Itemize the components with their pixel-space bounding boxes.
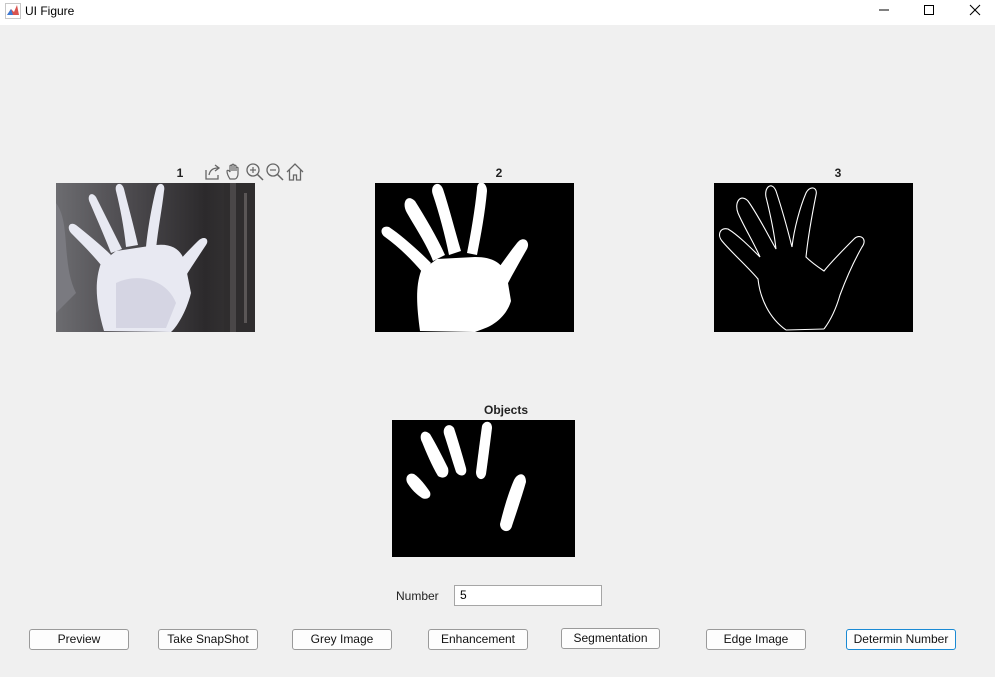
take-snapshot-button[interactable]: Take SnapShot bbox=[158, 629, 258, 650]
matlab-app-icon bbox=[5, 3, 21, 19]
preview-button[interactable]: Preview bbox=[29, 629, 129, 650]
maximize-button[interactable] bbox=[906, 0, 952, 20]
snapshot-image[interactable] bbox=[56, 183, 255, 332]
edge-image[interactable] bbox=[714, 183, 913, 332]
axes-title-2: 2 bbox=[495, 166, 503, 180]
minimize-icon bbox=[879, 9, 889, 11]
number-field[interactable]: 5 bbox=[454, 585, 602, 606]
objects-image[interactable] bbox=[392, 420, 575, 557]
window-titlebar: UI Figure bbox=[0, 0, 995, 25]
axes-title-1: 1 bbox=[176, 166, 184, 180]
segmentation-button[interactable]: Segmentation bbox=[561, 628, 660, 649]
pan-icon[interactable] bbox=[224, 162, 244, 182]
grey-image-button[interactable]: Grey Image bbox=[292, 629, 392, 650]
axes-title-objects: Objects bbox=[483, 403, 529, 417]
number-label: Number bbox=[396, 589, 439, 603]
zoom-in-icon[interactable] bbox=[245, 162, 265, 182]
close-button[interactable] bbox=[952, 0, 995, 20]
edge-image-button[interactable]: Edge Image bbox=[706, 629, 806, 650]
window-title: UI Figure bbox=[25, 4, 75, 18]
binary-mask-image[interactable] bbox=[375, 183, 574, 332]
zoom-out-icon[interactable] bbox=[265, 162, 285, 182]
axes-title-3: 3 bbox=[834, 166, 842, 180]
home-icon[interactable] bbox=[285, 162, 305, 182]
enhancement-button[interactable]: Enhancement bbox=[428, 629, 528, 650]
determine-number-button[interactable]: Determin Number bbox=[846, 629, 956, 650]
export-icon[interactable] bbox=[203, 162, 223, 182]
minimize-button[interactable] bbox=[861, 0, 907, 20]
close-icon bbox=[969, 4, 981, 16]
maximize-icon bbox=[924, 5, 934, 15]
